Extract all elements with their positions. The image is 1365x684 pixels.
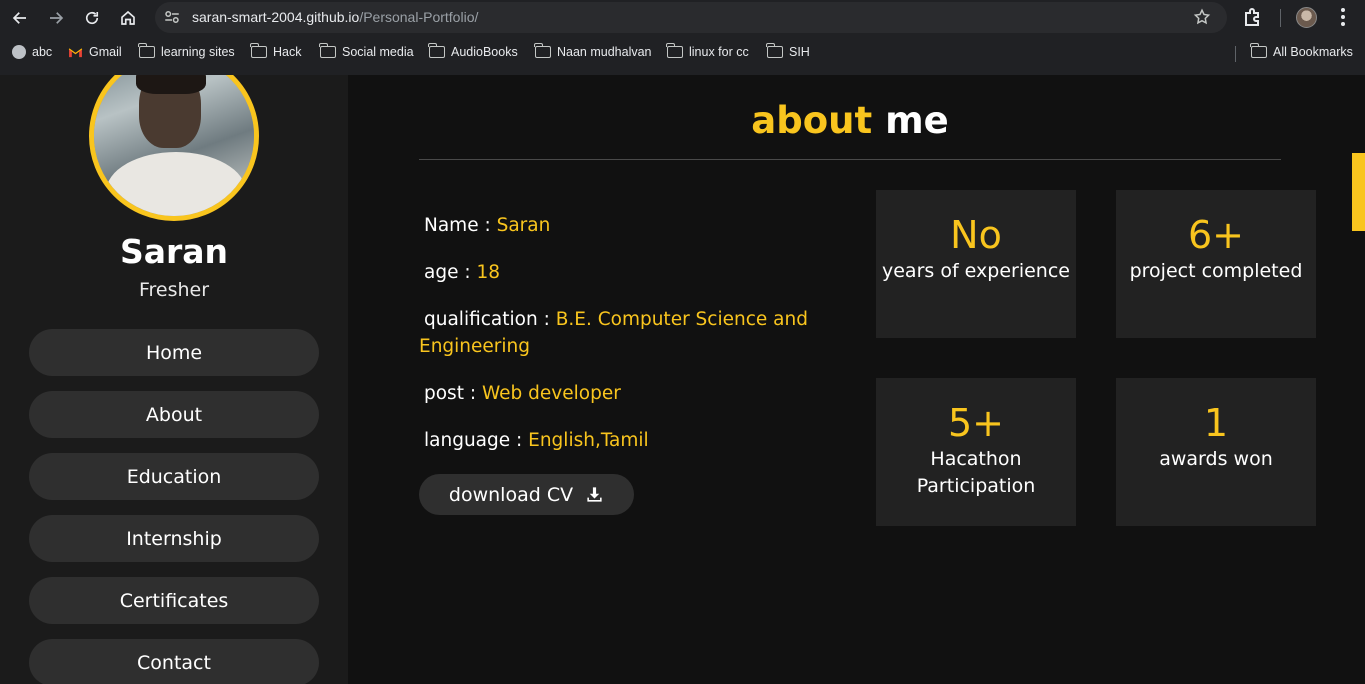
extensions-icon[interactable] [1241, 5, 1265, 29]
stat-card-projects: 6+ project completed [1116, 190, 1316, 338]
bookmark-audiobooks[interactable]: AudioBooks [428, 43, 518, 59]
stat-label: project completed [1129, 260, 1303, 282]
info-value: Saran [496, 215, 551, 236]
nav-certificates[interactable]: Certificates [29, 577, 319, 624]
info-label: post : [424, 383, 477, 404]
folder-icon [138, 43, 155, 58]
profile-name: Saran [119, 232, 229, 271]
bookmark-label: Hack [273, 45, 302, 59]
download-cv-label: download CV [448, 483, 574, 506]
profile-role: Fresher [138, 279, 210, 301]
info-qualification: qualification : B.E. Computer Science an… [419, 306, 819, 360]
bookmark-label: AudioBooks [451, 45, 518, 59]
nav-education[interactable]: Education [29, 453, 319, 500]
stat-label: awards won [1159, 448, 1273, 470]
bookmark-star-icon[interactable] [1193, 8, 1211, 26]
section-title: about me [349, 99, 1351, 142]
address-bar[interactable]: saran-smart-2004.github.io/Personal-Port… [155, 2, 1227, 33]
all-bookmarks-label: All Bookmarks [1273, 45, 1353, 59]
bookmark-label: learning sites [161, 45, 235, 59]
download-cv-button[interactable]: download CV [419, 474, 634, 515]
stat-card-experience: No years of experience [876, 190, 1076, 338]
bookmark-linux-for-cc[interactable]: linux for cc [666, 43, 749, 59]
bookmark-label: Social media [342, 45, 414, 59]
info-label: qualification : [424, 309, 550, 330]
site-info-icon[interactable] [163, 8, 181, 26]
folder-icon [1250, 43, 1267, 58]
bookmark-label: Naan mudhalvan [557, 45, 652, 59]
info-age: age : 18 [419, 259, 839, 286]
sidebar: Saran Fresher Home About Education Inter… [0, 75, 348, 684]
toolbar-divider [1280, 9, 1281, 27]
folder-icon [319, 43, 336, 58]
bookmark-label: SIH [789, 45, 810, 59]
title-divider [419, 159, 1281, 160]
more-menu-icon[interactable] [1334, 5, 1352, 29]
bookmark-social-media[interactable]: Social media [319, 43, 414, 59]
stat-number: 5+ [947, 401, 1005, 445]
stat-card-awards: 1 awards won [1116, 378, 1316, 526]
stat-card-hackathon: 5+ Hacathon Participation [876, 378, 1076, 526]
bookmarks-bar: abc Gmail learning sites Hack Social med… [0, 41, 1365, 67]
folder-icon [428, 43, 445, 58]
folder-icon [766, 43, 783, 58]
bookmarks-divider [1235, 46, 1236, 62]
profile-photo [89, 75, 259, 221]
all-bookmarks[interactable]: All Bookmarks [1250, 43, 1353, 59]
gmail-icon [68, 47, 83, 57]
stat-number: No [950, 213, 1002, 257]
download-icon [587, 487, 602, 502]
nav-about[interactable]: About [29, 391, 319, 438]
info-post: post : Web developer [419, 380, 839, 407]
info-label: age : [424, 262, 471, 283]
scrollbar-thumb[interactable] [1352, 153, 1365, 231]
forward-icon[interactable] [43, 5, 69, 31]
bookmark-label: linux for cc [689, 45, 749, 59]
stat-number: 6+ [1187, 213, 1245, 257]
bookmark-sih[interactable]: SIH [766, 43, 810, 59]
nav-internship[interactable]: Internship [29, 515, 319, 562]
bookmark-gmail[interactable]: Gmail [68, 45, 122, 59]
stat-label: Hacathon Participation [916, 448, 1036, 497]
info-value: Web developer [481, 383, 621, 404]
bookmark-hack[interactable]: Hack [250, 43, 302, 59]
folder-icon [666, 43, 683, 58]
title-accent: about [751, 99, 873, 142]
bookmark-label: abc [32, 45, 53, 59]
bookmark-learning-sites[interactable]: learning sites [138, 43, 235, 59]
bookmark-abc[interactable]: abc [12, 45, 52, 59]
stat-number: 1 [1203, 401, 1229, 445]
nav-home[interactable]: Home [29, 329, 319, 376]
globe-icon [12, 45, 26, 59]
info-value: English,Tamil [528, 430, 649, 451]
info-value: 18 [476, 262, 501, 283]
browser-toolbar: saran-smart-2004.github.io/Personal-Port… [0, 0, 1365, 35]
home-icon[interactable] [115, 5, 141, 31]
info-language: language : English,Tamil [419, 427, 839, 454]
info-name: Name : Saran [419, 212, 839, 239]
bookmark-label: Gmail [89, 45, 122, 59]
bookmark-naan-mudhalvan[interactable]: Naan mudhalvan [534, 43, 652, 59]
profile-avatar[interactable] [1296, 7, 1317, 28]
url-path: /Personal-Portfolio/ [359, 9, 479, 25]
folder-icon [250, 43, 267, 58]
info-label: Name : [424, 215, 491, 236]
url-text[interactable]: saran-smart-2004.github.io/Personal-Port… [192, 9, 478, 25]
info-label: language : [424, 430, 523, 451]
stat-label: years of experience [882, 260, 1070, 282]
reload-icon[interactable] [79, 5, 105, 31]
back-icon[interactable] [7, 5, 33, 31]
browser-chrome: saran-smart-2004.github.io/Personal-Port… [0, 0, 1365, 75]
url-host: saran-smart-2004.github.io [192, 9, 360, 25]
nav-contact[interactable]: Contact [29, 639, 319, 684]
folder-icon [534, 43, 551, 58]
portfolio-page: Saran Fresher Home About Education Inter… [0, 75, 1365, 684]
title-rest: me [885, 99, 949, 142]
about-section: about me Name : Saran age : 18 qualifica… [349, 75, 1365, 684]
